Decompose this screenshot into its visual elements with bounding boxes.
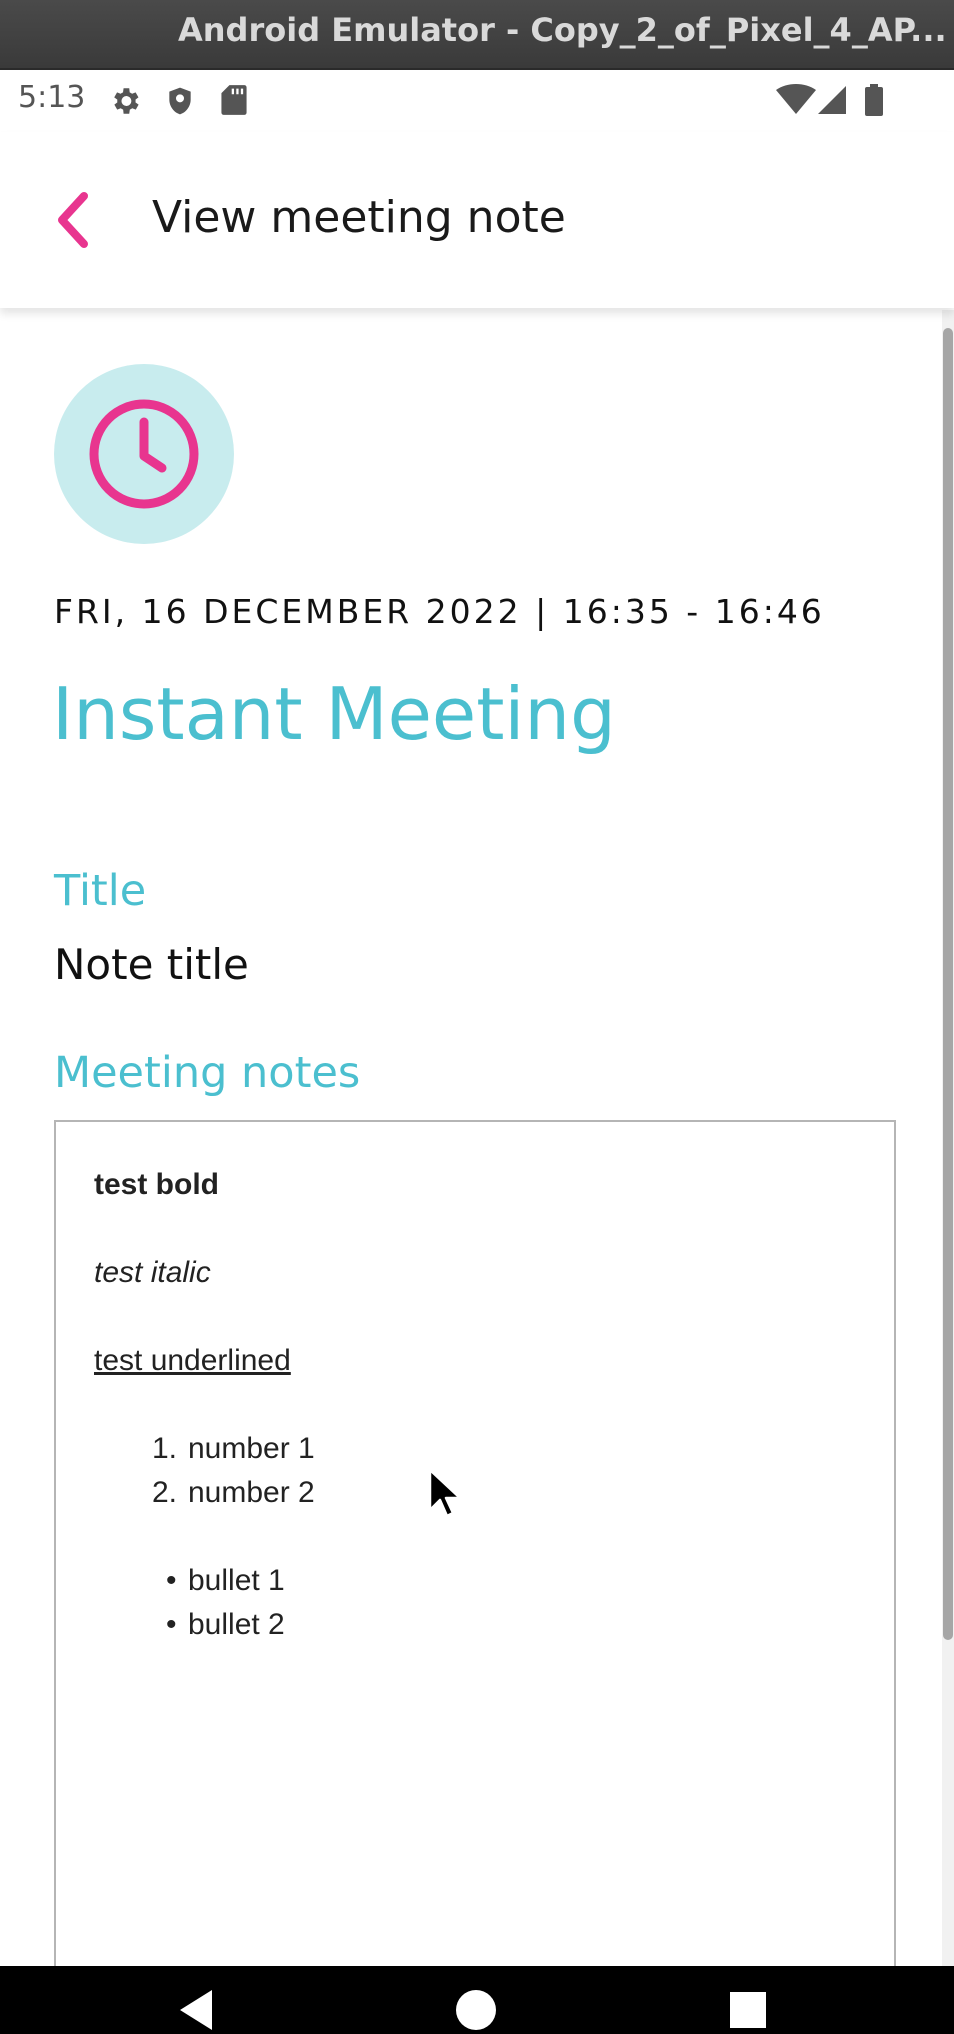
status-bar: 5:13 <box>0 70 954 132</box>
meeting-avatar <box>54 364 234 544</box>
wifi-icon <box>776 84 816 114</box>
bullet-marker: • <box>166 1608 177 1641</box>
mouse-pointer-icon <box>428 1468 462 1518</box>
list-number: 2. <box>152 1476 178 1509</box>
home-circle-icon[interactable] <box>454 1986 498 2034</box>
navigation-bar <box>0 1966 954 2034</box>
meeting-name: Instant Meeting <box>52 672 616 756</box>
list-number: 1. <box>152 1432 178 1465</box>
bullet-marker: • <box>166 1564 177 1597</box>
scrollbar-thumb[interactable] <box>943 328 953 1640</box>
meeting-notes-editor[interactable]: test bold test italic test underlined 1.… <box>54 1120 896 2024</box>
list-item-text: bullet 2 <box>188 1608 285 1641</box>
shield-icon <box>169 87 191 115</box>
gear-icon <box>114 88 139 114</box>
emulator-screen: Android Emulator - Copy_2_of_Pixel_4_AP.… <box>0 0 954 2034</box>
list-item-text: number 2 <box>188 1476 315 1509</box>
emulator-window-title: Android Emulator - Copy_2_of_Pixel_4_AP.… <box>178 11 947 49</box>
clock-icon <box>89 399 199 509</box>
list-item-text: number 1 <box>188 1432 315 1465</box>
app-bar: View meeting note <box>0 132 954 308</box>
note-italic-line: test italic <box>94 1256 211 1289</box>
page-title: View meeting note <box>152 192 566 243</box>
title-label: Title <box>54 866 147 916</box>
cell-signal-icon <box>818 86 846 114</box>
note-underlined-line: test underlined <box>94 1344 291 1377</box>
back-button[interactable] <box>48 188 104 252</box>
battery-icon <box>865 84 883 116</box>
note-title-value: Note title <box>54 940 249 989</box>
note-bold-line: test bold <box>94 1168 219 1201</box>
chevron-left-icon <box>58 192 88 248</box>
status-time: 5:13 <box>18 80 86 115</box>
meeting-datetime: FRI, 16 DECEMBER 2022 | 16:35 - 16:46 <box>54 592 825 631</box>
recents-square-icon[interactable] <box>728 1986 768 2034</box>
emulator-title-bar: Android Emulator - Copy_2_of_Pixel_4_AP.… <box>0 0 954 70</box>
sd-card-icon <box>221 85 247 115</box>
list-item-text: bullet 1 <box>188 1564 285 1597</box>
back-triangle-icon[interactable] <box>176 1986 216 2034</box>
meeting-notes-label: Meeting notes <box>54 1048 361 1098</box>
